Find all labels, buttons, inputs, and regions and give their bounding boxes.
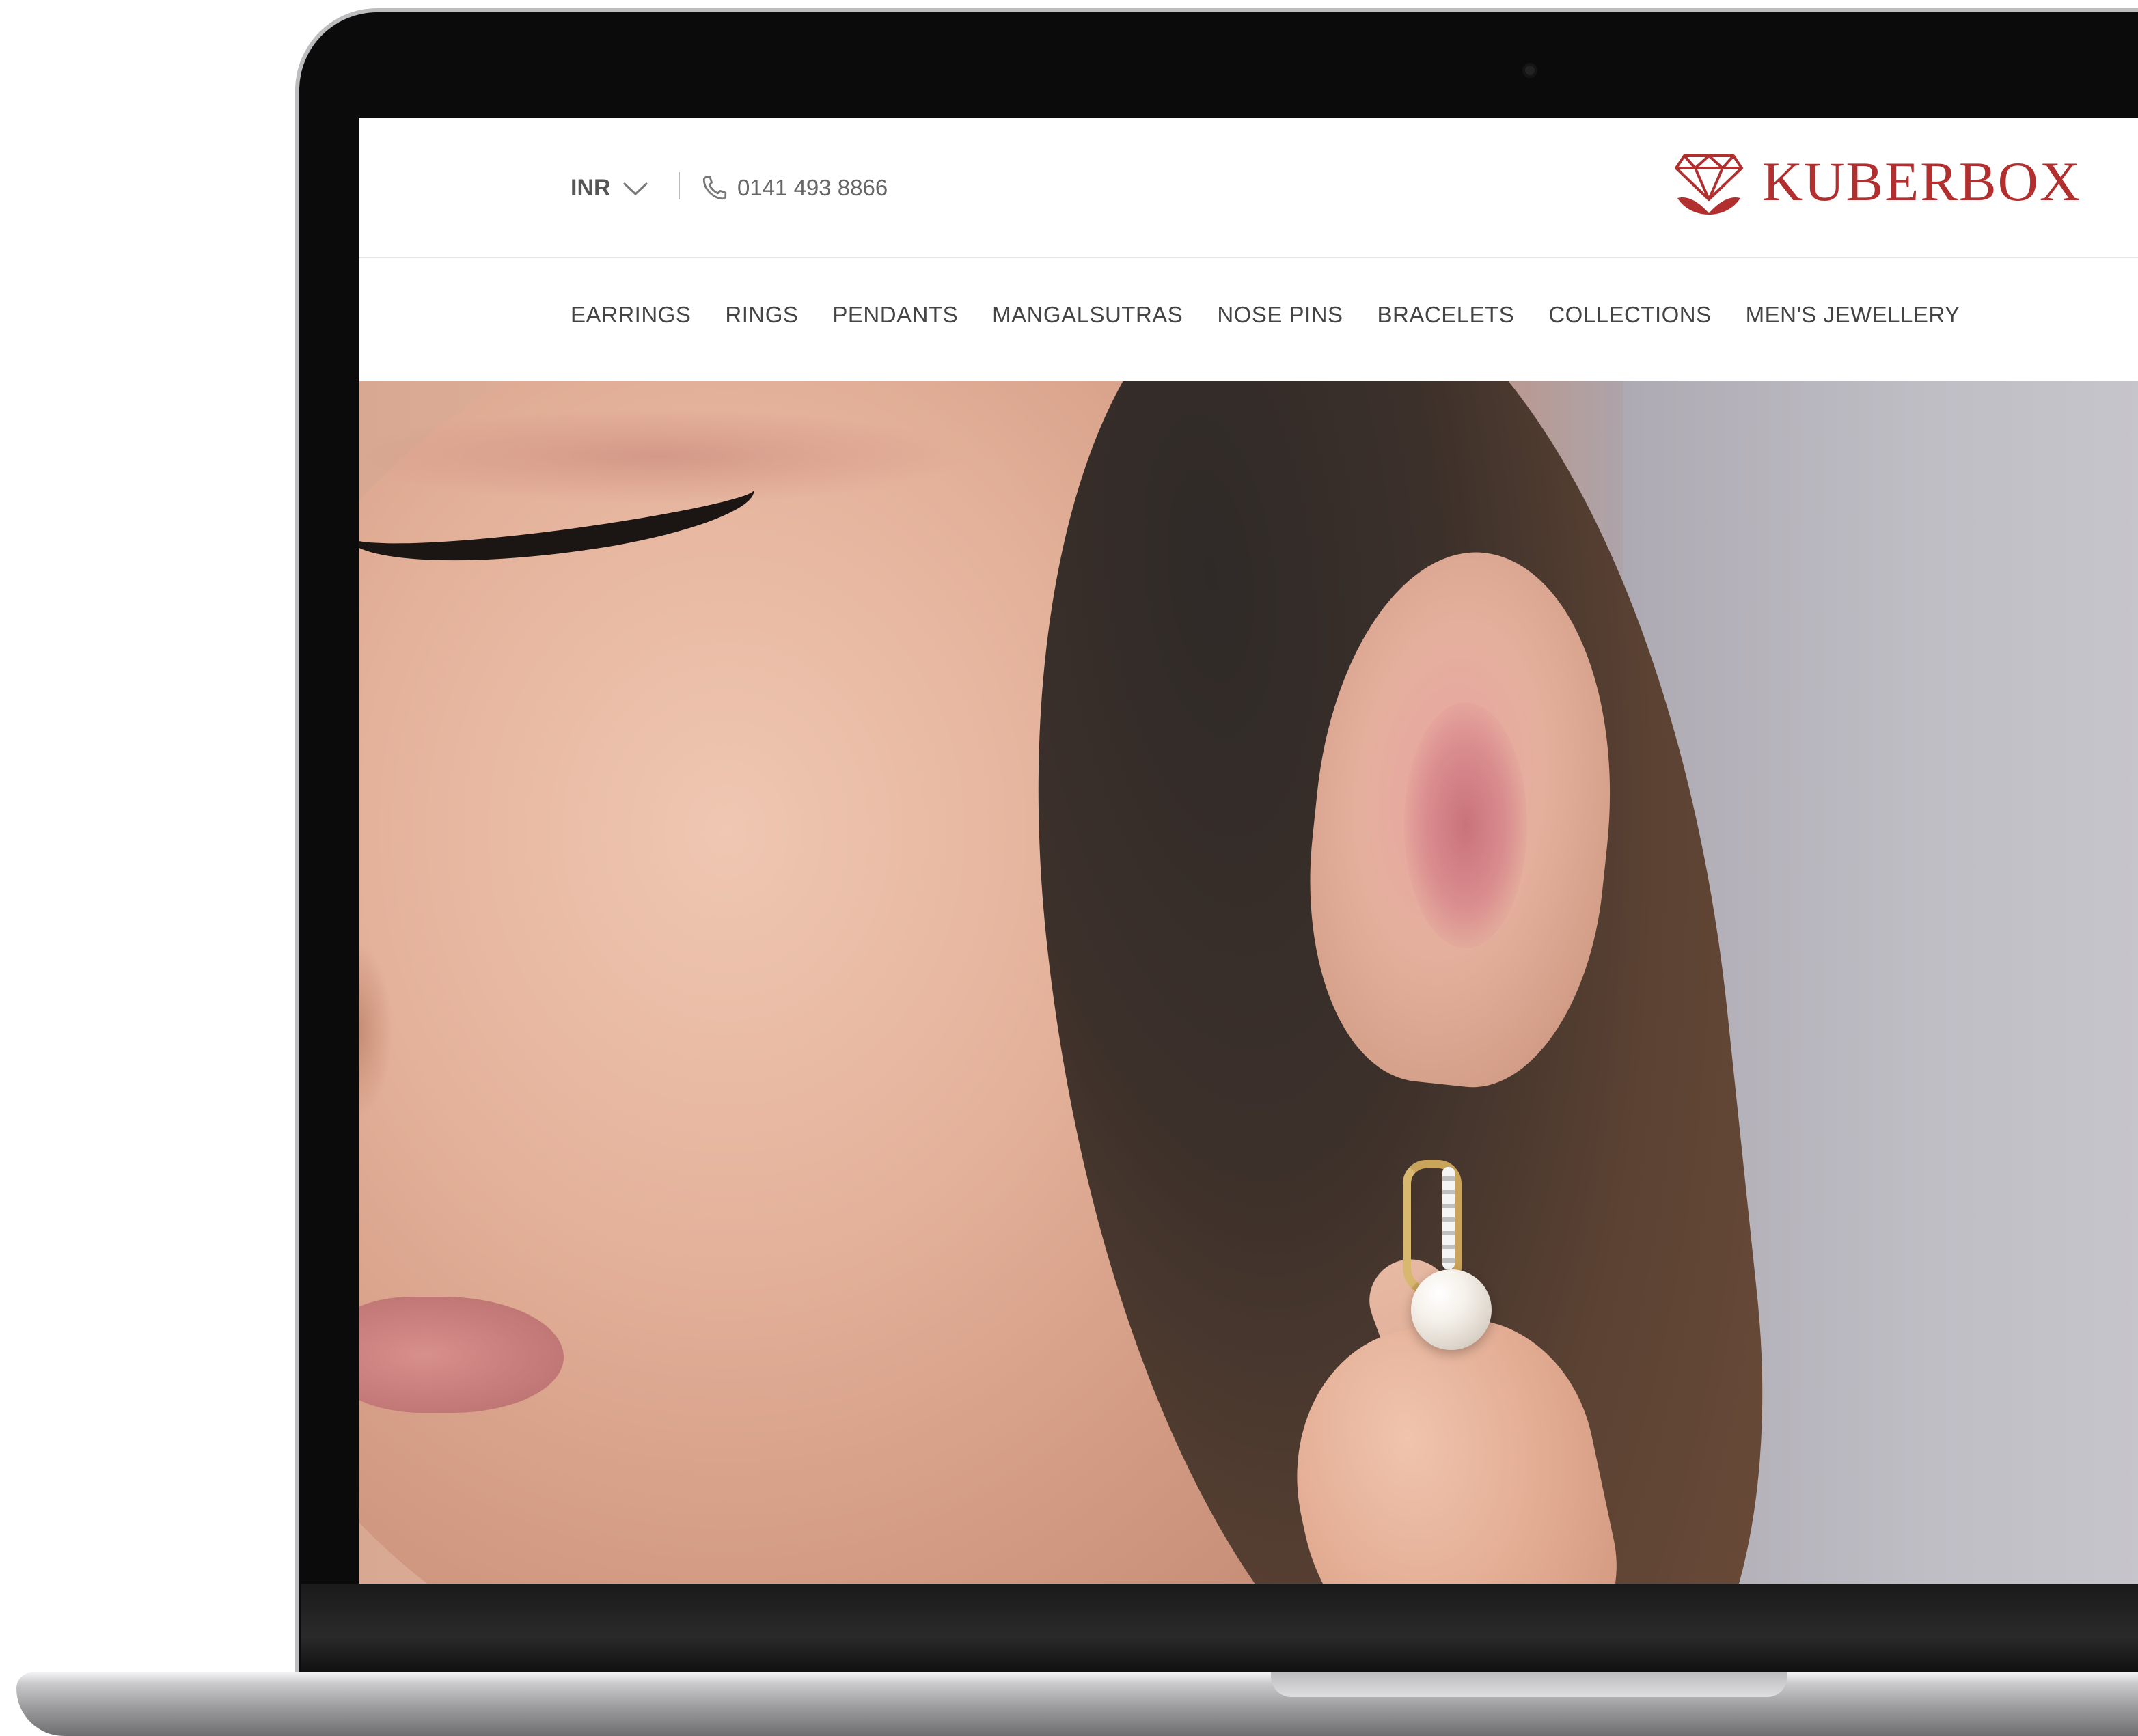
- nav-item-mens-jewellery[interactable]: MEN'S JEWELLERY: [1746, 302, 1960, 328]
- currency-selector[interactable]: INR: [571, 175, 649, 202]
- top-header: INR 0141 493 8866 KUBERBOX: [359, 118, 2138, 258]
- phone-icon: [702, 176, 727, 200]
- laptop-base: [16, 1672, 2138, 1736]
- main-navigation: EARRINGS RINGS PENDANTS MANGALSUTRAS NOS…: [571, 302, 1960, 328]
- currency-label: INR: [571, 175, 611, 201]
- earring-stones: [1442, 1167, 1455, 1269]
- laptop-base-notch: [1271, 1672, 1787, 1697]
- brand-name: KUBERBOX: [1762, 150, 2082, 212]
- website-screen: INR 0141 493 8866 KUBERBOX EARRINGS RING…: [359, 118, 2138, 1584]
- hero-ear-inner: [1404, 702, 1527, 948]
- earring-pearl: [1411, 1269, 1492, 1350]
- laptop-chin: [301, 1584, 2138, 1672]
- nav-item-mangalsutras[interactable]: MANGALSUTRAS: [992, 302, 1183, 328]
- nav-item-pendants[interactable]: PENDANTS: [832, 302, 958, 328]
- brand-logo[interactable]: KUBERBOX: [1671, 148, 2081, 216]
- nav-item-bracelets[interactable]: BRACELETS: [1378, 302, 1515, 328]
- header-divider: [679, 172, 680, 199]
- laptop-mockup: INR 0141 493 8866 KUBERBOX EARRINGS RING…: [0, 0, 2138, 1736]
- nav-item-rings[interactable]: RINGS: [725, 302, 798, 328]
- phone-number: 0141 493 8866: [737, 175, 888, 200]
- webcam: [1525, 66, 1535, 75]
- chevron-down-icon: [622, 182, 648, 195]
- phone-link[interactable]: 0141 493 8866: [700, 174, 888, 202]
- hero-banner-image[interactable]: [359, 381, 2138, 1584]
- nav-item-earrings[interactable]: EARRINGS: [571, 302, 691, 328]
- diamond-lotus-logo-icon: [1675, 154, 1743, 215]
- nav-item-collections[interactable]: COLLECTIONS: [1548, 302, 1711, 328]
- nav-item-nose-pins[interactable]: NOSE PINS: [1217, 302, 1343, 328]
